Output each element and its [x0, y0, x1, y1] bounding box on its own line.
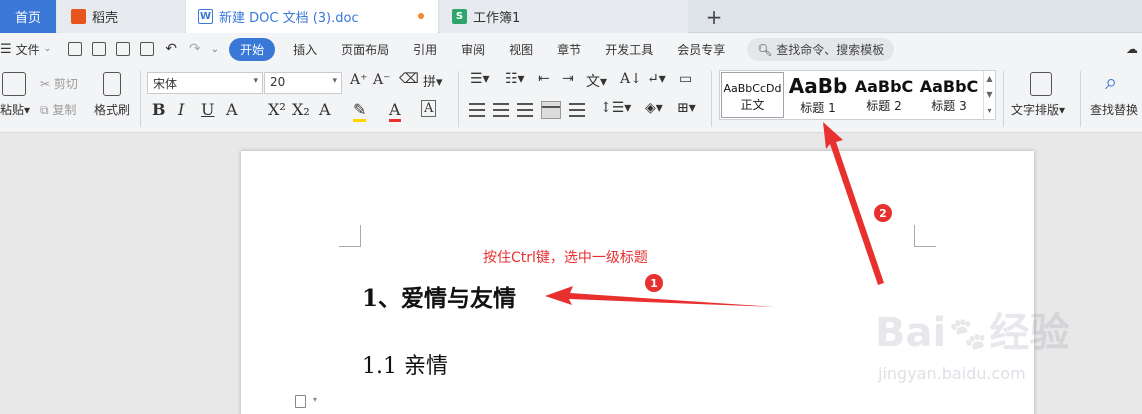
arrow-to-heading — [545, 286, 775, 307]
annotation-arrows — [545, 122, 884, 307]
arrow-to-heading1-style — [823, 122, 884, 285]
